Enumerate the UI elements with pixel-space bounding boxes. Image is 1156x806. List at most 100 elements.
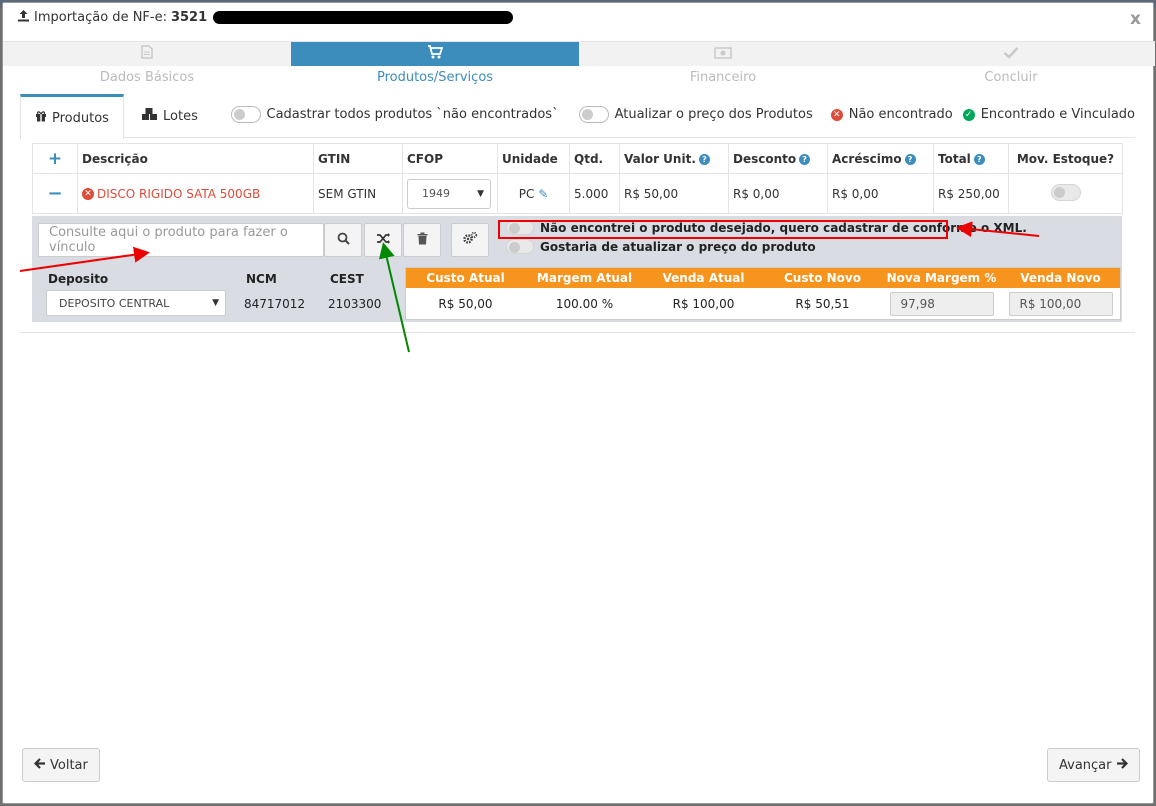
- tab-label: Lotes: [163, 108, 198, 124]
- cfop-select[interactable]: 1949 ▼: [407, 178, 491, 209]
- legend-found: Encontrado e Vinculado: [980, 107, 1135, 122]
- col-cfop: CFOP: [402, 143, 498, 174]
- chevron-down-icon: ▼: [477, 188, 484, 199]
- search-button[interactable]: [324, 223, 362, 257]
- mov-estoque-toggle[interactable]: [1050, 183, 1081, 201]
- product-search-input[interactable]: Consulte aqui o produto para fazer o vín…: [38, 223, 324, 257]
- tab-label: Produtos: [52, 110, 109, 126]
- not-found-icon: ✕: [830, 108, 843, 121]
- col-acrescimo: Acréscimo: [832, 151, 902, 166]
- venda-atual-value: R$ 100,00: [672, 297, 735, 311]
- step-label: Dados Básicos: [99, 70, 195, 85]
- tab-produtos[interactable]: Produtos: [20, 94, 124, 139]
- nova-margem-cell: 97,98: [882, 292, 1001, 316]
- price-col-venda-atual: Venda Atual: [662, 271, 745, 285]
- deposito-value: DEPOSITO CENTRAL: [59, 296, 170, 310]
- deposito-label: Deposito: [48, 272, 109, 286]
- check-icon: [1003, 45, 1019, 63]
- cart-icon: [427, 45, 444, 63]
- valor-unit-cell: R$ 50,00: [619, 173, 729, 214]
- price-table: Custo Atual Margem Atual Venda Atual Cus…: [405, 267, 1121, 320]
- price-col-nova-margem: Nova Margem %: [886, 271, 997, 285]
- add-row-cell: +: [32, 143, 78, 174]
- ncm-value: 84717012: [244, 297, 306, 311]
- chevron-down-icon: ▼: [212, 298, 219, 308]
- step-dados-basicos[interactable]: Dados Básicos: [3, 42, 291, 90]
- modal-title-text: Importação de NF-e:: [34, 10, 167, 25]
- step-label: Concluir: [984, 70, 1038, 85]
- price-col-custo-atual: Custo Atual: [426, 271, 505, 285]
- margem-atual-value: 100.00 %: [555, 297, 614, 311]
- step-concluir[interactable]: Concluir: [867, 42, 1155, 90]
- info-icon[interactable]: ?: [904, 153, 916, 165]
- step-produtos-servicos[interactable]: Produtos/Serviços: [291, 42, 579, 90]
- gtin-cell: SEM GTIN: [313, 173, 403, 214]
- atualizar-preco-produto-toggle[interactable]: [506, 239, 534, 254]
- modal-header: Importação de NF-e: 3521 x: [3, 3, 1153, 35]
- remove-product-button[interactable]: −: [47, 183, 62, 204]
- col-gtin: GTIN: [313, 143, 403, 174]
- cadastrar-todos-label: Cadastrar todos produtos `não encontrado…: [266, 107, 559, 122]
- qtd-cell: 5.000: [569, 173, 620, 214]
- add-product-button[interactable]: +: [48, 149, 62, 169]
- back-label: Voltar: [50, 757, 88, 773]
- ncm-label: NCM: [246, 272, 277, 286]
- gift-icon: [35, 110, 47, 126]
- atualizar-preco-toggle[interactable]: [578, 106, 609, 123]
- next-button[interactable]: Avançar: [1047, 748, 1140, 782]
- product-settings-button[interactable]: [451, 223, 489, 257]
- venda-novo-input[interactable]: R$ 100,00: [1008, 292, 1113, 316]
- info-icon[interactable]: ?: [799, 153, 811, 165]
- info-icon[interactable]: ?: [973, 153, 985, 165]
- edit-icon[interactable]: ✎: [538, 187, 548, 201]
- deposito-select[interactable]: DEPOSITO CENTRAL ▼: [46, 290, 226, 316]
- redacted-nfe-key: [213, 11, 514, 24]
- tab-lotes[interactable]: Lotes: [127, 94, 212, 138]
- col-total-header: Total?: [933, 143, 1009, 174]
- col-descricao: Descrição: [77, 143, 314, 174]
- table-row: − ✕ DISCO RIGIDO SATA 500GB SEM GTIN 194…: [32, 173, 1123, 214]
- acrescimo-cell: R$ 0,00: [827, 173, 934, 214]
- price-col-margem-atual: Margem Atual: [536, 271, 633, 285]
- cest-label: CEST: [330, 272, 364, 286]
- product-description: DISCO RIGIDO SATA 500GB: [97, 186, 261, 201]
- link-product-button[interactable]: [364, 223, 402, 257]
- found-icon: ✓: [962, 108, 975, 121]
- col-valor-unit-header: Valor Unit.?: [619, 143, 729, 174]
- arrow-right-icon: [1116, 757, 1128, 773]
- col-mov-estoque: Mov. Estoque?: [1008, 143, 1123, 174]
- col-acrescimo-header: Acréscimo?: [827, 143, 934, 174]
- step-label: Financeiro: [689, 70, 757, 85]
- atualizar-preco-produto-label: Gostaria de atualizar o preço do produto: [540, 239, 816, 254]
- arrow-left-icon: [33, 757, 46, 773]
- cfop-value: 1949: [422, 187, 450, 200]
- col-valor-unit: Valor Unit.: [624, 151, 696, 166]
- close-button[interactable]: x: [1130, 9, 1141, 29]
- file-icon: [141, 45, 153, 63]
- delete-link-button[interactable]: [403, 223, 441, 257]
- next-label: Avançar: [1059, 757, 1112, 773]
- back-button[interactable]: Voltar: [22, 748, 100, 782]
- xml-option-atualizar: Gostaria de atualizar o preço do produto: [506, 239, 816, 254]
- wizard-steps: Dados Básicos Produtos/Serviços Financei…: [3, 41, 1155, 89]
- cfop-cell: 1949 ▼: [402, 173, 498, 214]
- info-icon[interactable]: ?: [698, 153, 710, 165]
- money-icon: [714, 45, 732, 63]
- cubes-icon: [141, 107, 158, 125]
- random-icon: [376, 232, 391, 249]
- descricao-cell: ✕ DISCO RIGIDO SATA 500GB: [77, 173, 314, 214]
- venda-novo-cell: R$ 100,00: [1001, 292, 1120, 316]
- col-qtd: Qtd.: [569, 143, 620, 174]
- divider: [20, 332, 1135, 333]
- deposito-area: Deposito DEPOSITO CENTRAL ▼ NCM 84717012…: [38, 266, 394, 320]
- cadastrar-todos-toggle[interactable]: [230, 106, 261, 123]
- trash-icon: [417, 232, 428, 249]
- nova-margem-input[interactable]: 97,98: [889, 292, 994, 316]
- price-table-header: Custo Atual Margem Atual Venda Atual Cus…: [406, 268, 1120, 288]
- step-label: Produtos/Serviços: [376, 70, 494, 85]
- step-financeiro[interactable]: Financeiro: [579, 42, 867, 90]
- atualizar-preco-label: Atualizar o preço dos Produtos: [614, 107, 813, 122]
- custo-atual-value: R$ 50,00: [438, 297, 493, 311]
- products-table: + Descrição GTIN CFOP Unidade Qtd. Valor…: [32, 143, 1123, 214]
- legend-not-found: Não encontrado: [848, 107, 953, 122]
